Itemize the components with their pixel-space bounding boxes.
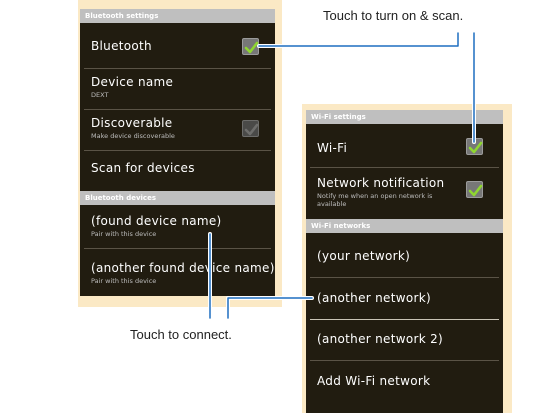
divider <box>310 277 499 278</box>
callout-touch-to-connect: Touch to connect. <box>130 327 232 342</box>
divider <box>310 167 499 168</box>
divider <box>84 150 271 151</box>
device-list-item[interactable]: (found device name) Pair with this devic… <box>80 214 275 238</box>
network-list-item[interactable]: (your network) <box>306 249 503 263</box>
device-subtitle: Pair with this device <box>91 277 157 285</box>
network-list-item[interactable]: (another network) <box>306 291 503 305</box>
wifi-settings-header: Wi-Fi settings <box>306 110 503 124</box>
wifi-screen: Wi-Fi settings Wi-Fi Network notificatio… <box>306 110 503 413</box>
device-name: (another found device name) <box>91 261 275 275</box>
network-list-item[interactable]: (another network 2) <box>306 332 503 346</box>
checkmark-icon <box>468 184 483 197</box>
callout-turn-on-scan: Touch to turn on & scan. <box>323 8 464 23</box>
bluetooth-settings-header: Bluetooth settings <box>80 9 275 23</box>
add-wifi-network-label: Add Wi-Fi network <box>317 374 431 388</box>
divider <box>84 68 271 69</box>
discoverable-checkbox[interactable] <box>242 120 259 137</box>
device-name-label: Device name <box>91 75 174 89</box>
add-wifi-network-row[interactable]: Add Wi-Fi network <box>306 374 503 388</box>
network-name: (another network) <box>317 291 431 305</box>
scan-for-devices-label: Scan for devices <box>91 161 195 175</box>
checkmark-icon <box>244 41 259 54</box>
wifi-networks-header: Wi-Fi networks <box>306 219 503 233</box>
bluetooth-checkbox[interactable] <box>242 38 259 55</box>
device-list-item[interactable]: (another found device name) Pair with th… <box>80 261 275 285</box>
network-name: (another network 2) <box>317 332 443 346</box>
device-subtitle: Pair with this device <box>91 230 157 238</box>
divider <box>84 109 271 110</box>
network-notification-subtitle-line2: available <box>317 200 347 208</box>
divider <box>310 319 499 320</box>
network-name: (your network) <box>317 249 411 263</box>
callout-line-scan-bluetooth <box>258 32 459 47</box>
network-notification-checkbox[interactable] <box>466 181 483 198</box>
divider <box>84 248 271 249</box>
wifi-checkbox[interactable] <box>466 138 483 155</box>
scan-for-devices-row[interactable]: Scan for devices <box>80 161 275 175</box>
checkmark-icon <box>244 123 259 136</box>
bluetooth-devices-header: Bluetooth devices <box>80 191 275 205</box>
bluetooth-screen: Bluetooth settings Bluetooth Device name… <box>80 9 275 296</box>
divider <box>310 360 499 361</box>
device-name-value: DEXT <box>91 91 109 99</box>
checkmark-icon <box>468 141 483 154</box>
device-name: (found device name) <box>91 214 222 228</box>
device-name-row[interactable]: Device name DEXT <box>80 75 275 99</box>
